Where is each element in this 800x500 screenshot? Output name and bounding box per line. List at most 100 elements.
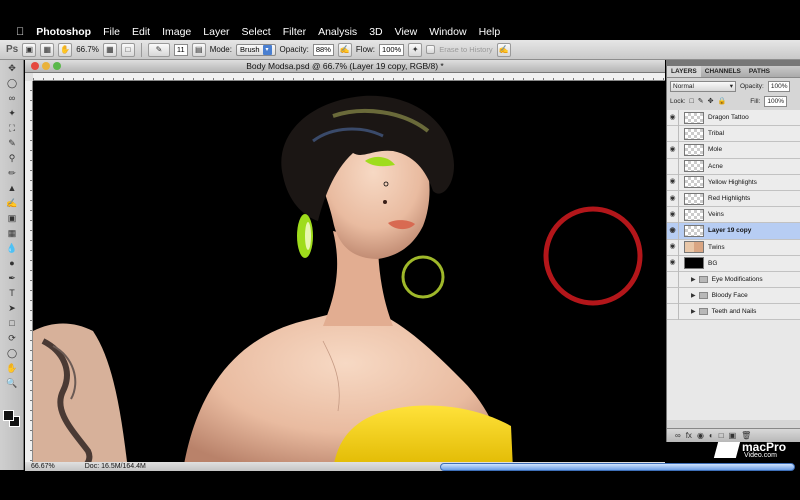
visibility-eye-icon[interactable]: ◉ [667, 255, 679, 272]
layer-row[interactable]: ◉ Twins [667, 239, 800, 256]
pressure-opacity-icon[interactable]: ✍ [337, 42, 352, 57]
trash-icon[interactable]: 🗑 [741, 431, 751, 440]
lock-image-icon[interactable]: ✎ [698, 97, 704, 105]
move-tool-icon[interactable]: ✥ [3, 62, 21, 75]
layer-row[interactable]: ▶ Eye Modifications [667, 271, 800, 289]
menu-edit[interactable]: Edit [126, 25, 156, 39]
brush-panel-icon[interactable]: ▤ [191, 42, 206, 57]
path-select-icon[interactable]: ➤ [3, 302, 21, 315]
ruler-vertical[interactable] [25, 81, 33, 470]
dodge-tool-icon[interactable]: ● [3, 257, 21, 270]
layer-row[interactable]: ◉ Veins [667, 206, 800, 224]
new-layer-icon[interactable]: ▣ [729, 431, 737, 440]
magic-wand-icon[interactable]: ✦ [3, 107, 21, 120]
pen-tool-icon[interactable]: ✒ [3, 272, 21, 285]
menu-view[interactable]: View [389, 25, 424, 39]
image-canvas[interactable] [33, 81, 665, 470]
menu-app[interactable]: Photoshop [30, 25, 97, 39]
history-brush-icon[interactable]: ✍ [3, 197, 21, 210]
menu-help[interactable]: Help [473, 25, 507, 39]
mode-select[interactable]: Brush ▾ [235, 43, 276, 56]
visibility-eye-icon[interactable]: ◉ [667, 174, 679, 191]
apple-icon[interactable]:  [14, 25, 30, 39]
crop-tool-icon[interactable]: ⛶ [3, 122, 21, 135]
menu-file[interactable]: File [97, 25, 126, 39]
3d-rotate-icon[interactable]: ⟳ [3, 332, 21, 345]
lock-position-icon[interactable]: ✥ [708, 97, 714, 105]
tab-channels[interactable]: CHANNELS [701, 66, 745, 77]
zoom-tool-icon[interactable]: 🔍 [3, 377, 21, 390]
type-tool-icon[interactable]: T [3, 287, 21, 300]
layer-row[interactable]: ▶ Teeth and Nails [667, 303, 800, 321]
menu-layer[interactable]: Layer [197, 25, 235, 39]
erase-history-checkbox[interactable] [426, 45, 436, 54]
zoom-level[interactable]: 66.7% [76, 45, 99, 54]
expand-triangle-icon[interactable]: ▶ [691, 276, 696, 283]
ruler-horizontal[interactable] [33, 73, 665, 81]
menu-select[interactable]: Select [236, 25, 277, 39]
menu-window[interactable]: Window [423, 25, 472, 39]
blend-mode-select[interactable]: Normal ▾ [670, 80, 736, 92]
menu-3d[interactable]: 3D [363, 25, 388, 39]
eraser-tool-icon[interactable]: ▣ [3, 212, 21, 225]
foreground-color-swatch[interactable] [3, 410, 14, 421]
tab-layers[interactable]: LAYERS [667, 66, 701, 77]
healing-brush-icon[interactable]: ⚲ [3, 152, 21, 165]
gradient-tool-icon[interactable]: ▦ [3, 227, 21, 240]
lasso-tool-icon[interactable]: ∞ [3, 92, 21, 105]
flow-field[interactable]: 100% [379, 43, 405, 56]
blur-tool-icon[interactable]: 💧 [3, 242, 21, 255]
link-layers-icon[interactable]: ∞ [675, 431, 681, 440]
visibility-eye-icon[interactable] [667, 158, 679, 175]
arrange-icon[interactable]: ▦ [102, 42, 117, 57]
eraser-icon[interactable]: ✎ [147, 42, 170, 57]
visibility-eye-icon[interactable]: ◉ [667, 109, 679, 126]
layer-row[interactable]: Acne [667, 158, 800, 175]
opacity-field[interactable]: 88% [312, 43, 334, 56]
visibility-eye-icon[interactable]: ◉ [667, 222, 679, 239]
lock-all-icon[interactable]: 🔒 [718, 97, 727, 105]
layer-row[interactable]: ▶ Bloody Face [667, 287, 800, 305]
clone-stamp-icon[interactable]: ▲ [3, 182, 21, 195]
visibility-eye-icon[interactable]: ◉ [667, 239, 679, 256]
menu-image[interactable]: Image [156, 25, 197, 39]
camera-icon[interactable]: ▣ [22, 42, 37, 57]
layer-row[interactable]: ◉ Mole [667, 141, 800, 159]
marquee-tool-icon[interactable]: ◯ [3, 77, 21, 90]
screen-mode-icon[interactable]: □ [120, 42, 135, 57]
layer-row[interactable]: ◉ Layer 19 copy [667, 222, 800, 240]
layer-row[interactable]: Tribal [667, 125, 800, 143]
new-group-icon[interactable]: □ [719, 431, 724, 440]
pressure-size-icon[interactable]: ✍ [496, 42, 511, 57]
tab-paths[interactable]: PATHS [745, 66, 774, 77]
hand-icon[interactable]: ✋ [58, 42, 73, 57]
3d-orbit-icon[interactable]: ◯ [3, 347, 21, 360]
layer-opacity-field[interactable]: 100% [767, 80, 791, 92]
brush-tool-icon[interactable]: ✏ [3, 167, 21, 180]
minimize-icon[interactable] [42, 62, 50, 70]
layer-row[interactable]: ◉ Yellow Highlights [667, 174, 800, 191]
visibility-eye-icon[interactable] [667, 125, 679, 142]
brush-size[interactable]: 11 [173, 43, 188, 56]
layer-row[interactable]: ◉ Red Highlights [667, 190, 800, 208]
status-doc-size[interactable]: Doc: 16.5M/164.4M [85, 462, 146, 471]
visibility-eye-icon[interactable] [667, 287, 679, 304]
fill-field[interactable]: 100% [764, 95, 787, 107]
menu-filter[interactable]: Filter [277, 25, 312, 39]
minibridge-icon[interactable]: ▦ [40, 42, 55, 57]
maximize-icon[interactable] [53, 62, 61, 70]
visibility-eye-icon[interactable]: ◉ [667, 206, 679, 223]
ruler-corner[interactable] [25, 73, 33, 81]
layer-row[interactable]: ◉ BG [667, 255, 800, 272]
document-title-bar[interactable]: Body Modsa.psd @ 66.7% (Layer 19 copy, R… [25, 60, 665, 73]
close-icon[interactable] [31, 62, 39, 70]
hand-tool-icon[interactable]: ✋ [3, 362, 21, 375]
visibility-eye-icon[interactable] [667, 271, 679, 288]
airbrush-icon[interactable]: ✦ [408, 42, 423, 57]
visibility-eye-icon[interactable]: ◉ [667, 141, 679, 158]
visibility-eye-icon[interactable] [667, 303, 679, 320]
expand-triangle-icon[interactable]: ▶ [691, 308, 696, 315]
adjustment-layer-icon[interactable]: ◐ [709, 431, 714, 440]
status-zoom[interactable]: 66.67% [31, 462, 55, 471]
visibility-eye-icon[interactable]: ◉ [667, 190, 679, 207]
